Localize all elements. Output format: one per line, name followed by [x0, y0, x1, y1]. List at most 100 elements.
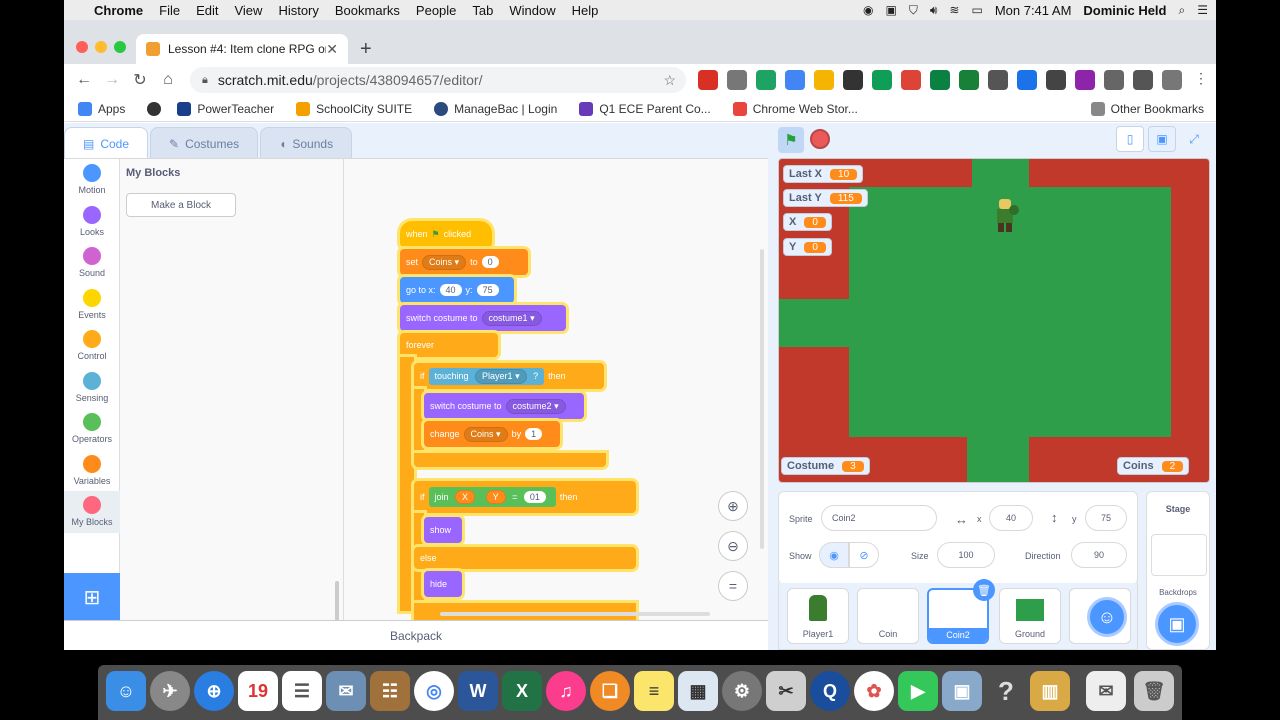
category-operators[interactable]: Operators: [64, 408, 120, 450]
category-events[interactable]: Events: [64, 284, 120, 326]
sheets-icon[interactable]: [959, 70, 979, 90]
monitor-x[interactable]: X0: [783, 213, 832, 231]
menu-history[interactable]: History: [278, 3, 318, 18]
choose-sprite-button[interactable]: ☺: [1087, 597, 1127, 637]
bookmark-globe[interactable]: [147, 101, 167, 116]
search-icon[interactable]: ⌕: [1179, 3, 1186, 18]
code-workspace[interactable]: when ⚑ clicked set Coins ▾ to 0 go to x:…: [344, 158, 768, 620]
flyout-scrollbar[interactable]: [335, 581, 339, 621]
category-looks[interactable]: Looks: [64, 201, 120, 243]
normal-stage-button[interactable]: ▣: [1148, 126, 1176, 152]
reading-list-icon[interactable]: [1133, 70, 1153, 90]
bookmark-chrome-web-store[interactable]: Chrome Web Stor...: [732, 101, 858, 116]
menu-app-name[interactable]: Chrome: [94, 3, 143, 18]
extension-eye-icon[interactable]: [1162, 70, 1182, 90]
size-input[interactable]: 100: [937, 542, 995, 568]
menu-file[interactable]: File: [159, 3, 180, 18]
screen-icon[interactable]: ▣: [885, 3, 896, 17]
extensions-puzzle-icon[interactable]: [1104, 70, 1124, 90]
bookmark-managebac[interactable]: ManageBac | Login: [434, 101, 557, 116]
tab-sounds[interactable]: ◖ Sounds: [260, 127, 353, 159]
if-else-block[interactable]: if join X Y = 01 then: [414, 481, 636, 513]
minimize-window-button[interactable]: [95, 41, 107, 53]
delete-sprite-icon[interactable]: 🗑︎: [973, 579, 995, 601]
category-my-blocks[interactable]: My Blocks: [64, 491, 120, 533]
photos-icon[interactable]: ✿: [854, 671, 894, 711]
url-input[interactable]: 🔒︎ scratch.mit.edu /projects/438094657/e…: [190, 67, 686, 93]
image-capture-icon[interactable]: ▦: [678, 671, 718, 711]
x-input[interactable]: 40: [989, 505, 1033, 531]
itunes-icon[interactable]: ♫: [546, 671, 586, 711]
adblock-icon[interactable]: [698, 70, 718, 90]
notes-icon[interactable]: ≡: [634, 671, 674, 711]
new-tab-button[interactable]: +: [360, 38, 372, 61]
category-sensing[interactable]: Sensing: [64, 367, 120, 409]
choose-backdrop-button[interactable]: ▣: [1155, 602, 1199, 646]
quicktime-icon[interactable]: Q: [810, 671, 850, 711]
launchpad-icon[interactable]: ✈: [150, 671, 190, 711]
bookmark-star-icon[interactable]: ☆: [663, 72, 676, 89]
extension-audio-icon[interactable]: [988, 70, 1008, 90]
close-tab-icon[interactable]: ✕: [326, 41, 338, 58]
green-flag-button[interactable]: ⚑: [778, 127, 804, 153]
backdrop-thumbnail[interactable]: [1151, 534, 1207, 576]
sprite-name-input[interactable]: Coin2: [821, 505, 937, 531]
costume-dropdown[interactable]: costume2 ▾: [505, 398, 566, 414]
menu-tab[interactable]: Tab: [472, 3, 493, 18]
excel-icon[interactable]: X: [502, 671, 542, 711]
value-input[interactable]: 1: [525, 428, 543, 440]
archive-utility-icon[interactable]: ▥: [1030, 671, 1070, 711]
books-icon[interactable]: ❏: [590, 671, 630, 711]
touching-target-dropdown[interactable]: Player1 ▾: [475, 368, 527, 384]
menu-people[interactable]: People: [416, 3, 456, 18]
monitor-costume[interactable]: Costume 3: [781, 457, 870, 475]
show-hidden-button[interactable]: ⊘: [849, 542, 879, 568]
forever-block[interactable]: forever: [400, 333, 498, 357]
browser-tab[interactable]: Lesson #4: Item clone RPG on ✕: [136, 34, 348, 64]
home-button[interactable]: ⌂: [154, 71, 182, 89]
downloads-stack-icon[interactable]: ✉: [1086, 671, 1126, 711]
bookmark-schoolcity[interactable]: SchoolCity SUITE: [296, 101, 412, 116]
menu-window[interactable]: Window: [509, 3, 555, 18]
sprite-tile-player1[interactable]: Player1: [787, 588, 849, 644]
x-input[interactable]: 40: [439, 284, 462, 296]
menu-bookmarks[interactable]: Bookmarks: [335, 3, 400, 18]
extension-tree-icon[interactable]: [1017, 70, 1037, 90]
other-bookmarks[interactable]: Other Bookmarks: [1090, 101, 1204, 116]
hide-block[interactable]: hide: [424, 571, 462, 597]
value-input[interactable]: 0: [481, 256, 499, 268]
go-to-xy-block[interactable]: go to x: 40 y: 75: [400, 277, 514, 303]
volume-icon[interactable]: 🔊︎: [930, 3, 938, 18]
facetime-icon[interactable]: ▶: [898, 671, 938, 711]
add-extension-button[interactable]: ⊞: [64, 573, 120, 621]
monitor-coins[interactable]: Coins 2: [1117, 457, 1190, 475]
extension-location-icon[interactable]: [930, 70, 950, 90]
extension-dark-icon[interactable]: [843, 70, 863, 90]
extension-badge-icon[interactable]: [785, 70, 805, 90]
system-preferences-icon[interactable]: ⚙: [722, 671, 762, 711]
bookmark-q1-ece[interactable]: Q1 ECE Parent Co...: [579, 101, 711, 116]
equals-condition[interactable]: join X Y = 01: [428, 487, 556, 507]
shield-icon[interactable]: ⛉: [909, 3, 918, 18]
reminders-icon[interactable]: ☰: [282, 671, 322, 711]
small-stage-button[interactable]: ▯: [1116, 126, 1144, 152]
backpack-bar[interactable]: Backpack: [64, 620, 768, 650]
costume-dropdown[interactable]: costume1 ▾: [481, 310, 542, 326]
stage-target-panel[interactable]: Stage Backdrops ▣: [1146, 491, 1210, 650]
extension-yellow-icon[interactable]: [814, 70, 834, 90]
sprite-tile-ground[interactable]: Ground: [999, 588, 1061, 644]
monitor-y[interactable]: Y0: [783, 238, 832, 256]
word-icon[interactable]: W: [458, 671, 498, 711]
battery-icon[interactable]: ▭: [971, 3, 982, 17]
switch-costume-2-block[interactable]: switch costume to costume2 ▾: [424, 393, 584, 419]
forward-button[interactable]: →: [98, 71, 126, 89]
drive-icon[interactable]: [872, 70, 892, 90]
finder-icon[interactable]: ☺: [106, 671, 146, 711]
reload-button[interactable]: ↻: [126, 70, 154, 90]
help-icon[interactable]: ?: [986, 671, 1026, 711]
record-icon[interactable]: ◉: [863, 3, 873, 17]
zoom-out-button[interactable]: ⊖: [718, 531, 748, 561]
menu-edit[interactable]: Edit: [196, 3, 218, 18]
show-visible-button[interactable]: ◉: [819, 542, 849, 568]
extension-green-icon[interactable]: [756, 70, 776, 90]
